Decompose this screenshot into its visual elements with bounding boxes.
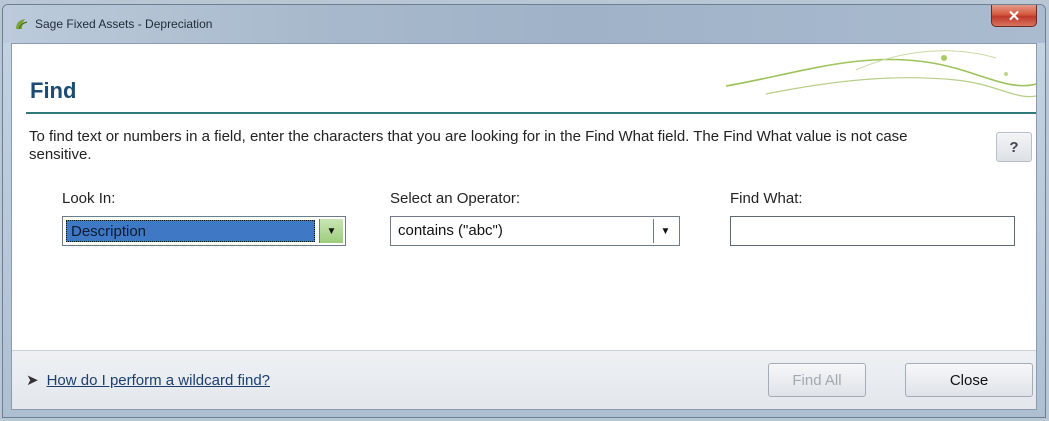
chevron-down-icon[interactable]: ▼ — [653, 219, 677, 243]
close-window-button[interactable]: ✕ — [991, 5, 1037, 27]
sage-app-icon — [16, 19, 28, 30]
operator-dropdown[interactable]: contains ("abc") ▼ — [390, 216, 680, 246]
chevron-down-icon[interactable]: ▼ — [319, 219, 343, 243]
decorative-swirl — [725, 50, 1036, 98]
operator-label: Select an Operator: — [390, 190, 521, 207]
find-all-button[interactable]: Find All — [768, 363, 866, 397]
dialog-footer: ➤ How do I perform a wildcard find? Find … — [12, 350, 1036, 409]
title-bar[interactable]: Sage Fixed Assets - Depreciation ✕ — [3, 5, 1045, 43]
close-icon: ✕ — [1007, 7, 1021, 25]
instructions-text: To find text or numbers in a field, ente… — [29, 128, 908, 163]
heading-divider — [26, 112, 1036, 114]
wildcard-help-link-text[interactable]: How do I perform a wildcard find? — [47, 372, 270, 389]
close-button[interactable]: Close — [905, 363, 1033, 397]
help-button[interactable]: ? — [996, 132, 1032, 162]
dialog-heading: Find — [30, 78, 77, 103]
wildcard-help-link[interactable]: ➤ How do I perform a wildcard find? — [26, 371, 270, 389]
operator-value: contains ("abc") — [398, 222, 503, 239]
dialog-content: Find To find text or numbers in a field,… — [11, 43, 1037, 410]
arrow-right-icon: ➤ — [26, 372, 39, 389]
look-in-dropdown[interactable]: Description ▼ — [62, 216, 346, 246]
find-what-input[interactable] — [730, 216, 1015, 246]
find-dialog-window: Sage Fixed Assets - Depreciation ✕ Find … — [2, 4, 1046, 418]
look-in-value: Description — [66, 220, 315, 242]
window-title: Sage Fixed Assets - Depreciation — [35, 17, 213, 31]
look-in-label: Look In: — [62, 190, 116, 207]
find-what-label: Find What: — [730, 190, 803, 207]
